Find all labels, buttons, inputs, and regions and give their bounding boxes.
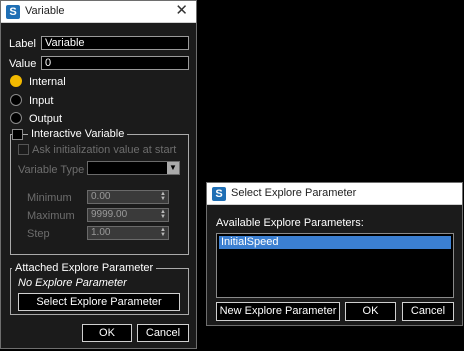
minimum-value: 0.00 bbox=[91, 191, 111, 202]
available-params-label: Available Explore Parameters: bbox=[216, 217, 364, 229]
app-logo-icon: S bbox=[6, 5, 20, 19]
spin-arrows-icon[interactable]: ▲ ▼ bbox=[159, 227, 167, 238]
explore-dialog: S Select Explore Parameter Available Exp… bbox=[206, 182, 463, 326]
label-caption: Label bbox=[9, 38, 36, 50]
explore-cancel-button[interactable]: Cancel bbox=[402, 302, 454, 321]
ask-init-label: Ask initialization value at start bbox=[32, 144, 177, 156]
step-value: 1.00 bbox=[91, 227, 111, 238]
value-input[interactable]: 0 bbox=[41, 56, 189, 70]
radio-output-label: Output bbox=[29, 113, 63, 125]
explore-parameter-list[interactable]: InitialSpeed bbox=[216, 233, 454, 298]
explore-ok-button[interactable]: OK bbox=[345, 302, 396, 321]
select-explore-parameter-button[interactable]: Select Explore Parameter bbox=[18, 293, 180, 311]
attached-explore-status: No Explore Parameter bbox=[18, 277, 127, 289]
variable-titlebar[interactable]: S Variable ✕ bbox=[1, 1, 196, 23]
minimum-spinbox[interactable]: 0.00 ▲ ▼ bbox=[87, 190, 169, 204]
cancel-button[interactable]: Cancel bbox=[137, 324, 189, 342]
explore-titlebar[interactable]: S Select Explore Parameter bbox=[207, 183, 462, 205]
step-label: Step bbox=[27, 228, 50, 240]
step-spinbox[interactable]: 1.00 ▲ ▼ bbox=[87, 226, 169, 240]
variable-dialog-title: Variable bbox=[25, 5, 65, 17]
spin-arrows-icon[interactable]: ▲ ▼ bbox=[159, 209, 167, 220]
radio-internal[interactable] bbox=[10, 75, 22, 87]
close-icon[interactable]: ✕ bbox=[175, 3, 188, 19]
variable-dialog: S Variable ✕ Label Variable Value 0 Inte… bbox=[0, 0, 197, 349]
list-item[interactable]: InitialSpeed bbox=[219, 236, 451, 249]
minimum-label: Minimum bbox=[27, 192, 72, 204]
radio-internal-label: Internal bbox=[29, 76, 66, 88]
variable-type-label: Variable Type bbox=[18, 164, 85, 176]
maximum-label: Maximum bbox=[27, 210, 75, 222]
maximum-value: 9999.00 bbox=[91, 209, 128, 220]
variable-type-select[interactable]: ▼ bbox=[87, 161, 180, 175]
ok-button[interactable]: OK bbox=[82, 324, 132, 342]
radio-input-label: Input bbox=[29, 95, 54, 107]
chevron-down-icon: ▼ bbox=[167, 162, 179, 174]
interactive-variable-checkbox[interactable] bbox=[12, 129, 23, 140]
value-caption: Value bbox=[9, 58, 37, 70]
explore-dialog-title: Select Explore Parameter bbox=[231, 187, 357, 199]
interactive-variable-title: Interactive Variable bbox=[28, 128, 128, 140]
maximum-spinbox[interactable]: 9999.00 ▲ ▼ bbox=[87, 208, 169, 222]
radio-output[interactable] bbox=[10, 112, 22, 124]
radio-input[interactable] bbox=[10, 94, 22, 106]
ask-init-checkbox[interactable] bbox=[18, 144, 29, 155]
label-input[interactable]: Variable bbox=[41, 36, 189, 50]
app-logo-icon: S bbox=[212, 187, 226, 201]
attached-explore-title: Attached Explore Parameter bbox=[12, 262, 157, 274]
new-explore-parameter-button[interactable]: New Explore Parameter bbox=[216, 302, 340, 321]
spin-arrows-icon[interactable]: ▲ ▼ bbox=[159, 191, 167, 202]
